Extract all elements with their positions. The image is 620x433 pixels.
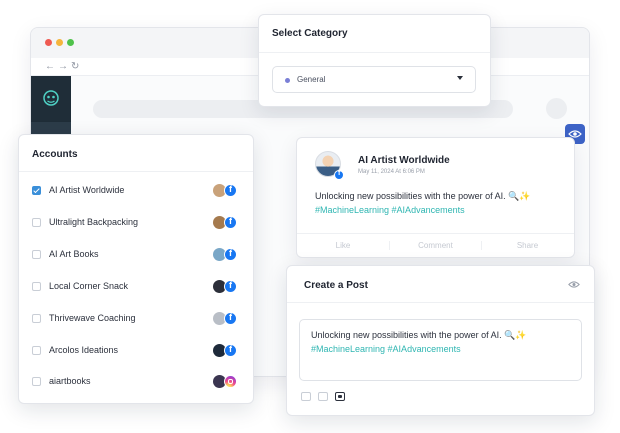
app-logo-icon[interactable] (41, 88, 61, 108)
category-selected-value: General (297, 75, 326, 84)
facebook-icon: f (224, 184, 237, 197)
image-upload-icon[interactable] (301, 392, 311, 401)
arrow-right-icon[interactable]: → (58, 60, 68, 74)
account-checkbox[interactable] (32, 186, 41, 195)
account-name: Thrivewave Coaching (49, 313, 136, 323)
account-item[interactable]: AI Art Books f (19, 245, 253, 265)
create-post-title: Create a Post (304, 280, 368, 291)
account-item[interactable]: Local Corner Snack f (19, 277, 253, 297)
account-name: Local Corner Snack (49, 281, 129, 291)
account-checkbox[interactable] (32, 218, 41, 227)
account-name: Ultralight Backpacking (49, 217, 139, 227)
facebook-icon: f (224, 248, 237, 261)
preview-timestamp: May 11, 2024 At 6:06 PM (358, 169, 425, 175)
arrow-left-icon[interactable]: ← (45, 60, 55, 74)
facebook-icon: f (224, 312, 237, 325)
account-item[interactable]: aiartbooks (19, 372, 253, 392)
category-color-dot (285, 78, 290, 83)
reload-icon[interactable]: ↻ (71, 60, 79, 74)
account-checkbox[interactable] (32, 346, 41, 355)
accounts-title: Accounts (32, 149, 78, 160)
facebook-icon: f (224, 280, 237, 293)
category-title: Select Category (272, 28, 348, 39)
share-button[interactable]: Share (481, 241, 573, 250)
media-library-icon[interactable] (335, 392, 345, 401)
chevron-down-icon (457, 76, 463, 80)
account-checkbox[interactable] (32, 314, 41, 323)
facebook-icon: f (224, 344, 237, 357)
create-post-card: Create a Post Unlocking new possibilitie… (286, 265, 595, 416)
account-item[interactable]: Thrivewave Coaching f (19, 309, 253, 329)
facebook-icon: f (334, 170, 344, 180)
account-item[interactable]: Arcolos Ideations f (19, 341, 253, 361)
post-editor-hashtags: #MachineLearning #AIAdvancements (311, 344, 461, 354)
account-checkbox[interactable] (32, 377, 41, 386)
account-name: AI Art Books (49, 249, 99, 259)
preview-hashtags: #MachineLearning #AIAdvancements (315, 205, 465, 215)
maximize-window-dot[interactable] (67, 39, 74, 46)
account-name: aiartbooks (49, 376, 91, 386)
account-item[interactable]: AI Artist Worldwide f (19, 181, 253, 201)
placeholder-avatar (546, 98, 567, 119)
like-button[interactable]: Like (297, 241, 389, 250)
account-checkbox[interactable] (32, 282, 41, 291)
divider (259, 52, 490, 53)
account-item[interactable]: Ultralight Backpacking f (19, 213, 253, 233)
eye-icon[interactable] (568, 280, 580, 289)
post-preview-card: f AI Artist Worldwide May 11, 2024 At 6:… (296, 137, 575, 258)
accounts-card: Accounts AI Artist Worldwide f Ultralight … (18, 134, 254, 404)
preview-actions-bar: Like Comment Share (297, 233, 574, 257)
category-select[interactable]: General (272, 66, 476, 93)
divider (287, 302, 594, 303)
facebook-icon: f (224, 216, 237, 229)
close-window-dot[interactable] (45, 39, 52, 46)
video-upload-icon[interactable] (318, 392, 328, 401)
comment-button[interactable]: Comment (389, 241, 481, 250)
account-name: AI Artist Worldwide (49, 185, 125, 195)
select-category-card: Select Category General (258, 14, 491, 107)
account-checkbox[interactable] (32, 250, 41, 259)
post-editor-input[interactable]: Unlocking new possibilities with the pow… (299, 319, 582, 381)
preview-author-name: AI Artist Worldwide (358, 155, 450, 166)
instagram-icon (224, 375, 237, 388)
account-name: Arcolos Ideations (49, 345, 119, 355)
post-editor-text: Unlocking new possibilities with the pow… (311, 330, 527, 340)
preview-post-text: Unlocking new possibilities with the pow… (315, 191, 531, 201)
minimize-window-dot[interactable] (56, 39, 63, 46)
divider (19, 171, 253, 172)
